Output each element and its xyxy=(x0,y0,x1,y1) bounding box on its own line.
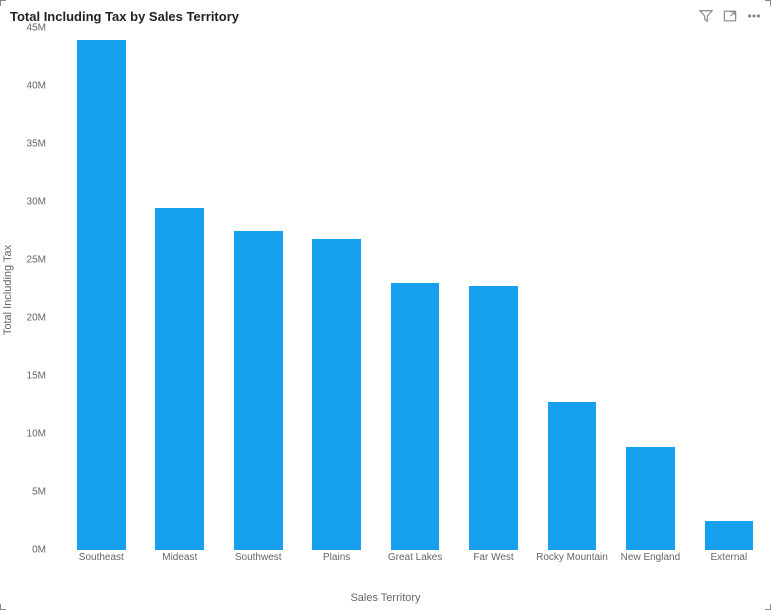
resize-handle-top-right[interactable] xyxy=(763,0,771,8)
chart-header: Total Including Tax by Sales Territory xyxy=(10,6,761,26)
focus-mode-icon[interactable] xyxy=(723,9,737,23)
y-tick-label: 35M xyxy=(8,139,46,150)
filter-icon[interactable] xyxy=(699,9,713,23)
y-axis-title: Total Including Tax xyxy=(2,245,14,335)
chart-bar[interactable] xyxy=(548,402,597,550)
chart-bar[interactable] xyxy=(469,286,518,550)
chart-bar[interactable] xyxy=(77,40,126,550)
chart-bar[interactable] xyxy=(155,208,204,550)
chart-visual: Total Including Tax by Sales Territory xyxy=(0,0,771,610)
chart-title: Total Including Tax by Sales Territory xyxy=(10,9,239,24)
chart-bar[interactable] xyxy=(391,283,440,550)
chart-bar[interactable] xyxy=(705,521,754,550)
y-tick-label: 5M xyxy=(8,487,46,498)
chart-bar[interactable] xyxy=(234,231,283,550)
y-tick-label: 10M xyxy=(8,429,46,440)
y-tick-label: 0M xyxy=(8,545,46,556)
x-axis-title: Sales Territory xyxy=(0,592,771,604)
more-options-icon[interactable] xyxy=(747,9,761,23)
chart-header-icons xyxy=(699,9,761,23)
x-tick-label: Southwest xyxy=(219,552,297,564)
chart-plot-area[interactable]: 0M5M10M15M20M25M30M35M40M45M xyxy=(50,28,756,550)
y-tick-label: 40M xyxy=(8,81,46,92)
y-tick-label: 15M xyxy=(8,371,46,382)
x-tick-label: Far West xyxy=(455,552,533,564)
chart-bar[interactable] xyxy=(626,447,675,550)
x-tick-label: Plains xyxy=(298,552,376,564)
x-tick-label: New England xyxy=(611,552,689,564)
chart-bar[interactable] xyxy=(312,239,361,550)
x-tick-label: Rocky Mountain xyxy=(533,552,611,564)
y-tick-label: 30M xyxy=(8,197,46,208)
x-tick-label: Great Lakes xyxy=(376,552,454,564)
x-tick-label: External xyxy=(690,552,768,564)
resize-handle-top-left[interactable] xyxy=(0,0,8,8)
chart-bars xyxy=(50,28,756,550)
x-tick-label: Southeast xyxy=(62,552,140,564)
y-tick-label: 45M xyxy=(8,23,46,34)
x-tick-label: Mideast xyxy=(141,552,219,564)
